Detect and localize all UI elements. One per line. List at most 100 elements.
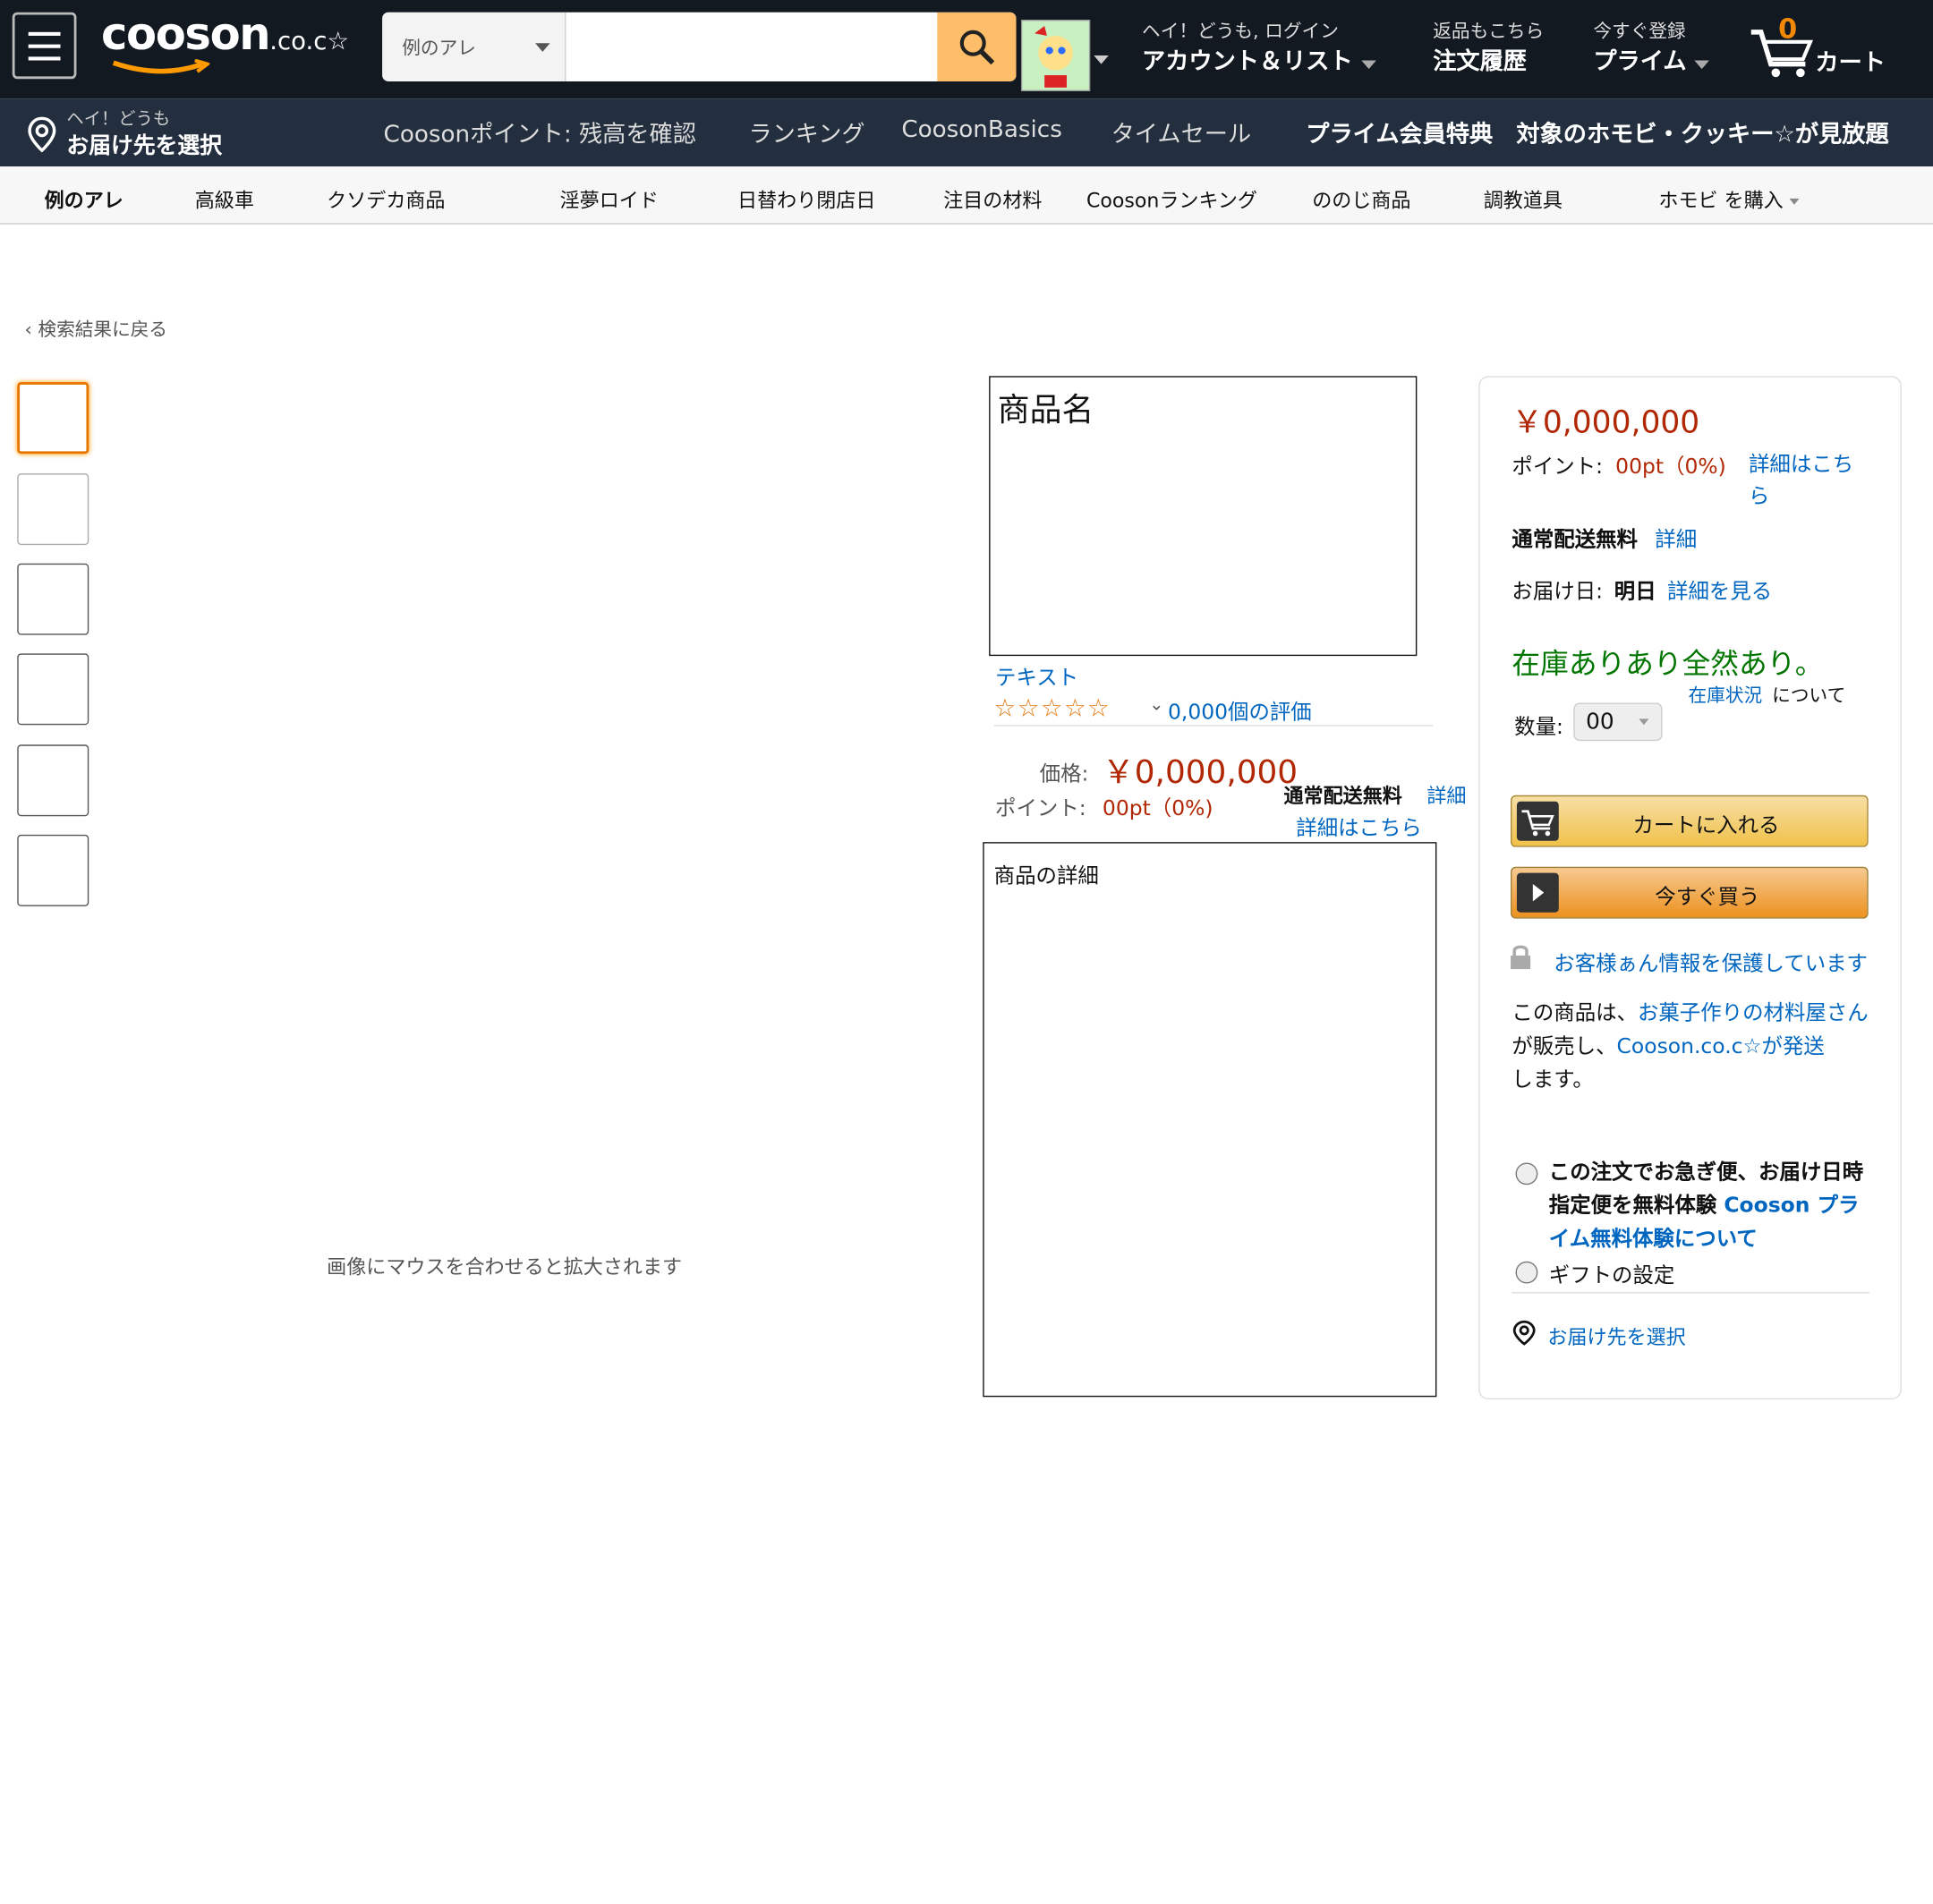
thumbnail[interactable]: [17, 653, 89, 726]
buybox-price: ￥0,000,000: [1511, 404, 1700, 440]
divider: [1511, 1292, 1870, 1294]
points-value: 00pt（0%): [1102, 796, 1213, 821]
points-details-link[interactable]: 詳細はこちら: [1296, 810, 1422, 841]
avatar-character-icon: [1022, 21, 1089, 90]
search-button[interactable]: [937, 12, 1017, 81]
thumbnail[interactable]: [17, 744, 89, 817]
search-icon: [959, 30, 995, 65]
account-label-row: アカウント＆リスト: [1142, 43, 1376, 76]
subnav-item-category[interactable]: 例のアレ: [45, 183, 123, 213]
divider: [993, 725, 1434, 727]
deliver-to-button[interactable]: ヘイ！どうも お届け先を選択: [25, 106, 272, 161]
thumbnail[interactable]: [17, 563, 89, 635]
gift-checkbox[interactable]: [1515, 1261, 1538, 1284]
buybox-shipping-link[interactable]: 詳細: [1655, 522, 1697, 553]
deliver-label: お届け先を選択: [66, 132, 223, 159]
cart-label: カート: [1815, 49, 1886, 77]
subnav-item-5[interactable]: 注目の材料: [943, 183, 1042, 213]
free-shipping-label: 通常配送無料: [1283, 784, 1402, 808]
orders-menu[interactable]: 返品もこちら 注文履歴: [1433, 17, 1544, 76]
nav-link-ranking[interactable]: ランキング: [748, 116, 864, 149]
brand-link[interactable]: テキスト: [995, 659, 1078, 691]
location-pin-icon: [1512, 1320, 1536, 1346]
product-price: ￥0,000,000: [1102, 754, 1299, 792]
deliver-greeting: ヘイ！どうも: [66, 109, 171, 130]
page: cooson.co.c☆ 例のアレ ヘイ！どうも, ログイン アカウント＆リスト…: [0, 0, 1933, 1904]
delivery-date-value: 明日: [1614, 579, 1656, 605]
shipping-details-link[interactable]: 詳細: [1426, 779, 1466, 809]
buy-now-label: 今すぐ買う: [1655, 885, 1760, 910]
buybox-points-label: ポイント:: [1511, 455, 1604, 480]
subnav-item-3[interactable]: 淫夢ロイド: [560, 183, 659, 213]
add-to-cart-label: カートに入れる: [1632, 813, 1780, 839]
star-empty-icon: ☆: [1087, 693, 1111, 723]
chevron-down-icon: [1360, 60, 1376, 70]
thumbnail[interactable]: [17, 834, 89, 906]
subnav-item-buy[interactable]: ホモビ を購入: [1658, 183, 1800, 213]
buybox-points-link[interactable]: 詳細はこちら: [1749, 449, 1866, 514]
seller-link[interactable]: お菓子作りの材料屋さん: [1638, 1001, 1869, 1026]
site-logo[interactable]: cooson.co.c☆: [101, 10, 350, 74]
star-rating[interactable]: ☆☆☆☆☆: [994, 693, 1111, 722]
prime-trial-checkbox[interactable]: [1515, 1162, 1538, 1186]
price-label: 価格:: [1039, 761, 1089, 787]
chevron-down-icon: [1789, 198, 1800, 205]
stock-status-suffix: について: [1772, 684, 1846, 707]
prime-label: プライム: [1593, 47, 1687, 76]
main-product-image[interactable]: [123, 370, 962, 1233]
quantity-value: 00: [1586, 709, 1614, 735]
secure-transaction-link[interactable]: お客様ぁん情報を保護しています: [1554, 946, 1868, 977]
thumbnail[interactable]: [17, 473, 89, 546]
delivery-details-link[interactable]: 詳細を見る: [1667, 574, 1772, 605]
play-icon: [1516, 872, 1559, 913]
subnav-item-6[interactable]: Coosonランキング: [1086, 183, 1257, 213]
location-pin-icon: [28, 116, 56, 153]
hamburger-menu-icon[interactable]: [12, 12, 77, 80]
account-greeting: ヘイ！どうも, ログイン: [1142, 20, 1339, 42]
chevron-down-icon: [1094, 55, 1109, 64]
gift-option-label: ギフトの設定: [1548, 1263, 1675, 1289]
subnav-item-7[interactable]: ののじ商品: [1312, 183, 1410, 213]
buybox-points-value: 00pt（0%): [1615, 455, 1726, 480]
stock-status-link[interactable]: 在庫状況: [1688, 682, 1762, 708]
quantity-select[interactable]: 00: [1573, 702, 1663, 742]
buybox-deliver-to-link[interactable]: お届け先を選択: [1547, 1321, 1685, 1350]
subnav-item-8[interactable]: 調教道具: [1484, 183, 1563, 213]
chevron-down-icon: [1694, 60, 1710, 70]
nav-link-basics[interactable]: CoosonBasics: [901, 116, 1062, 143]
secondary-nav: ヘイ！どうも お届け先を選択 Coosonポイント: 残高を確認 ランキング C…: [0, 98, 1933, 167]
chevron-down-icon: [1639, 718, 1649, 726]
star-empty-icon: ☆: [1040, 693, 1064, 723]
shipper-link[interactable]: Cooson.co.c☆が発送: [1617, 1034, 1825, 1059]
add-to-cart-button[interactable]: カートに入れる: [1511, 795, 1869, 847]
star-empty-icon: ☆: [993, 693, 1018, 723]
avatar[interactable]: [1020, 20, 1091, 91]
category-subnav: 例のアレ 高級車 クソデカ商品 淫夢ロイド 日替わり閉店日 注目の材料 Coos…: [0, 166, 1933, 225]
lock-icon: [1511, 945, 1531, 970]
product-title-box: 商品名: [989, 376, 1418, 657]
cart-button[interactable]: 0 カート: [1749, 15, 1896, 84]
star-empty-icon: ☆: [1063, 693, 1088, 723]
logo-smile-icon: [112, 59, 210, 74]
subnav-item-1[interactable]: 高級車: [195, 183, 254, 213]
prime-promo-link[interactable]: プライム会員特典 対象のホモビ・クッキー☆が見放題: [1306, 116, 1888, 149]
nav-link-timesale[interactable]: タイムセール: [1111, 116, 1252, 149]
search-category-label: 例のアレ: [402, 37, 476, 60]
stock-status: 在庫ありあり全然あり。: [1511, 648, 1824, 681]
back-to-results-link[interactable]: ‹ 検索結果に戻る: [25, 316, 168, 342]
account-menu[interactable]: ヘイ！どうも, ログイン アカウント＆リスト: [1142, 17, 1376, 76]
product-title: 商品名: [997, 392, 1094, 429]
logo-suffix: .co.c☆: [269, 25, 350, 56]
chevron-down-icon: [535, 43, 550, 52]
search-category-dropdown[interactable]: 例のアレ: [382, 12, 566, 81]
subnav-item-buy-label: ホモビ を購入: [1658, 188, 1784, 213]
thumbnail-selected[interactable]: [17, 382, 89, 455]
buy-now-button[interactable]: 今すぐ買う: [1511, 866, 1869, 919]
search-input[interactable]: [566, 12, 938, 81]
subnav-item-4[interactable]: 日替わり閉店日: [737, 183, 875, 213]
prime-menu[interactable]: 今すぐ登録 プライム: [1593, 17, 1710, 76]
rating-count-link[interactable]: 0,000個の評価: [1168, 694, 1312, 726]
nav-link-points[interactable]: Coosonポイント: 残高を確認: [384, 116, 696, 149]
image-zoom-hint: 画像にマウスを合わせると拡大されます: [327, 1254, 683, 1279]
subnav-item-2[interactable]: クソデカ商品: [327, 183, 445, 213]
